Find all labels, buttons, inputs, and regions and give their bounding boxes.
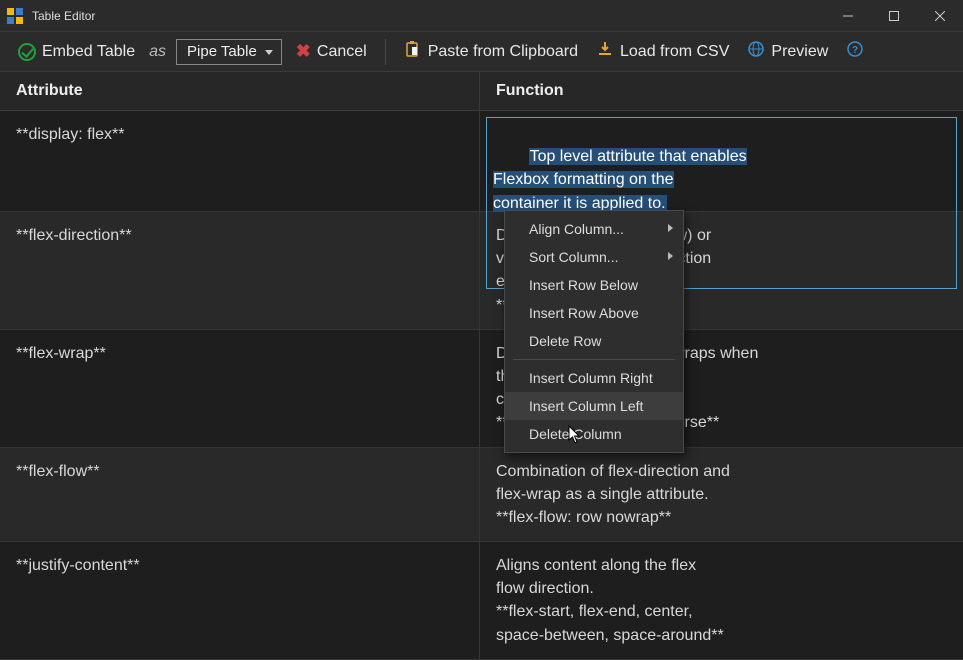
as-label: as	[149, 43, 166, 61]
selected-text: Top level attribute that enables Flexbox…	[493, 148, 747, 211]
cell-attribute[interactable]: **flex-wrap**	[0, 330, 480, 447]
load-csv-button[interactable]: Load from CSV	[592, 38, 733, 65]
menu-align-column[interactable]: Align Column...	[505, 215, 683, 243]
chevron-right-icon	[668, 224, 673, 232]
table-mode-dropdown[interactable]: Pipe Table	[176, 39, 282, 65]
help-button[interactable]: ?	[842, 38, 868, 65]
close-icon: ✖	[296, 41, 311, 62]
table-row: **flex-wrap** Determines how content wra…	[0, 330, 963, 448]
table-row: **flex-flow** Combination of flex-direct…	[0, 448, 963, 543]
paste-label: Paste from Clipboard	[428, 43, 578, 61]
cell-function[interactable]: Combination of flex-direction and flex-w…	[480, 448, 963, 542]
embed-label: Embed Table	[42, 43, 135, 61]
menu-insert-column-right[interactable]: Insert Column Right	[505, 364, 683, 392]
embed-table-button[interactable]: Embed Table	[14, 41, 139, 63]
menu-delete-row[interactable]: Delete Row	[505, 327, 683, 355]
column-header-function[interactable]: Function	[480, 72, 963, 110]
menu-insert-column-left[interactable]: Insert Column Left	[505, 392, 683, 420]
window-controls	[825, 0, 963, 32]
svg-text:?: ?	[852, 45, 858, 56]
cell-attribute[interactable]: **flex-direction**	[0, 212, 480, 329]
maximize-button[interactable]	[871, 0, 917, 32]
cell-attribute[interactable]: **flex-flow**	[0, 448, 480, 542]
globe-icon	[747, 40, 765, 63]
table-header-row: Attribute Function	[0, 72, 963, 111]
menu-insert-row-above[interactable]: Insert Row Above	[505, 299, 683, 327]
menu-delete-column[interactable]: Delete Column	[505, 420, 683, 448]
titlebar: Table Editor	[0, 0, 963, 32]
menu-sort-column[interactable]: Sort Column...	[505, 243, 683, 271]
table-editor: Attribute Function **display: flex** Top…	[0, 72, 963, 660]
help-icon: ?	[846, 40, 864, 63]
cancel-label: Cancel	[317, 43, 367, 61]
window-title: Table Editor	[32, 9, 825, 23]
column-header-attribute[interactable]: Attribute	[0, 72, 480, 110]
preview-button[interactable]: Preview	[743, 38, 832, 65]
menu-separator	[513, 359, 675, 360]
close-button[interactable]	[917, 0, 963, 32]
table-row: **display: flex** Top level attribute th…	[0, 111, 963, 212]
separator	[385, 39, 386, 65]
table-row: **justify-content** Aligns content along…	[0, 542, 963, 660]
context-menu: Align Column... Sort Column... Insert Ro…	[504, 210, 684, 453]
table-row: **flex-direction** Determines horizontal…	[0, 212, 963, 330]
menu-insert-row-below[interactable]: Insert Row Below	[505, 271, 683, 299]
check-icon	[18, 43, 36, 61]
chevron-right-icon	[668, 252, 673, 260]
toolbar: Embed Table as Pipe Table ✖ Cancel Paste…	[0, 32, 963, 72]
paste-clipboard-button[interactable]: Paste from Clipboard	[400, 38, 582, 65]
app-icon	[6, 7, 24, 25]
cell-function[interactable]: Aligns content along the flex flow direc…	[480, 542, 963, 659]
cell-attribute[interactable]: **justify-content**	[0, 542, 480, 659]
download-icon	[596, 40, 614, 63]
dropdown-value: Pipe Table	[187, 43, 257, 60]
cell-attribute[interactable]: **display: flex**	[0, 111, 480, 211]
cell-function-editing[interactable]: Top level attribute that enables Flexbox…	[480, 111, 963, 211]
preview-label: Preview	[771, 43, 828, 61]
csv-label: Load from CSV	[620, 43, 729, 61]
mouse-cursor	[568, 425, 582, 448]
minimize-button[interactable]	[825, 0, 871, 32]
clipboard-icon	[404, 40, 422, 63]
cancel-button[interactable]: ✖ Cancel	[292, 39, 371, 64]
